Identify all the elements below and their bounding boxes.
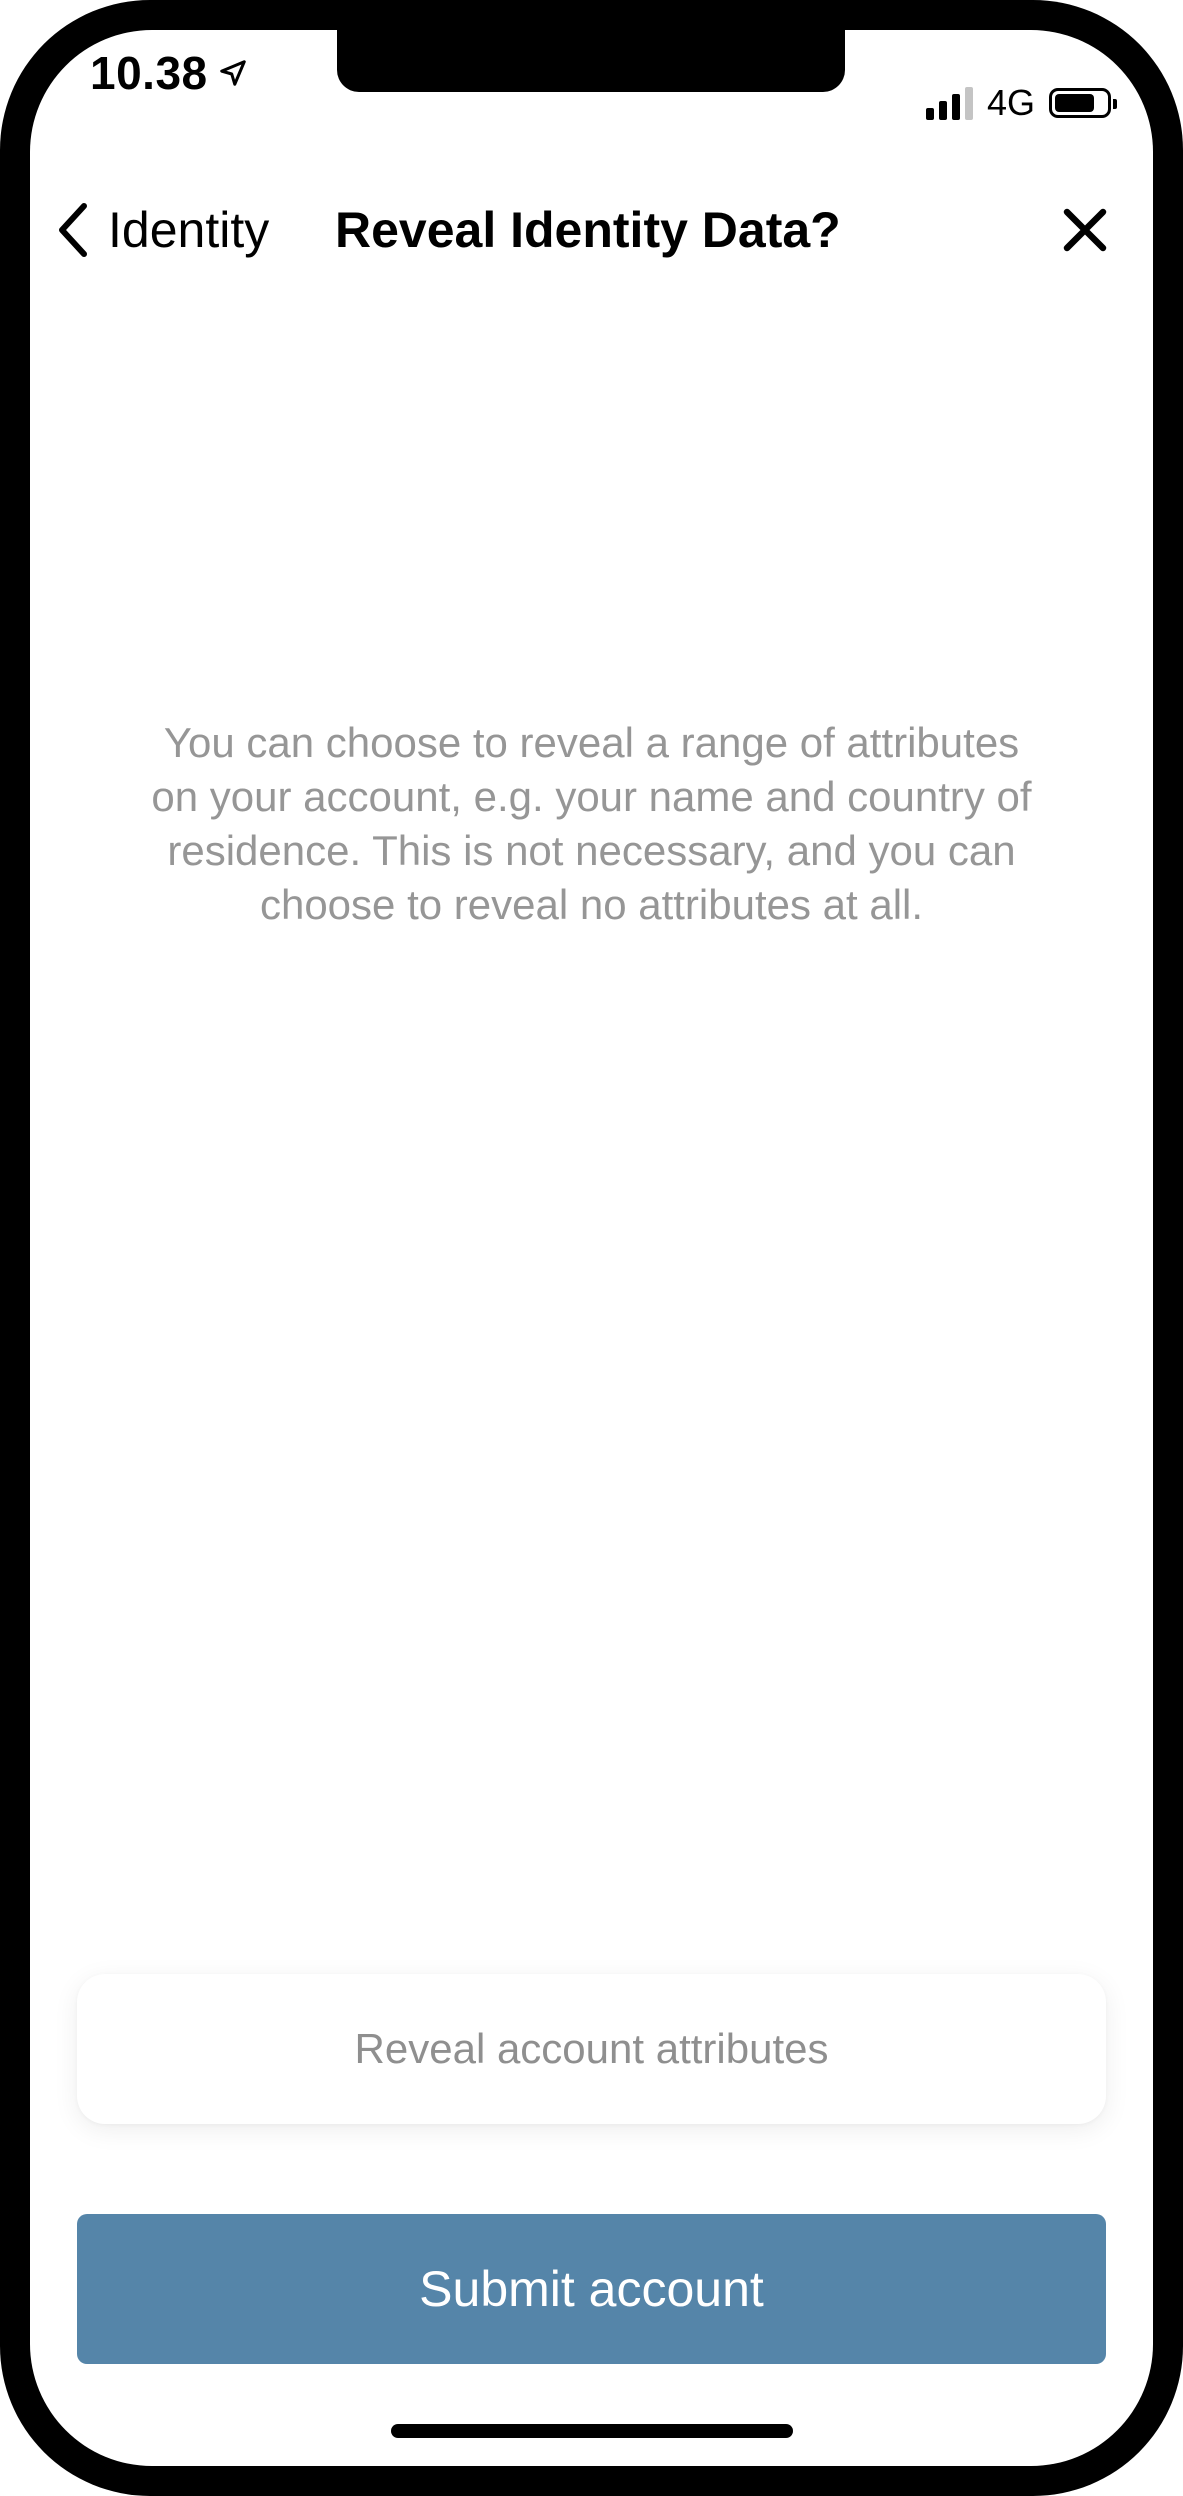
reveal-attributes-button[interactable]: Reveal account attributes	[77, 1974, 1106, 2124]
home-indicator[interactable]	[391, 2424, 793, 2438]
back-button-label: Identity	[108, 202, 270, 258]
page-title: Reveal Identity Data?	[335, 202, 841, 258]
close-icon[interactable]	[1057, 202, 1113, 258]
description-text: You can choose to reveal a range of attr…	[151, 719, 1032, 928]
back-button[interactable]: Identity	[50, 190, 269, 270]
status-time: 10.38	[90, 47, 208, 99]
status-time-group: 10.38	[90, 46, 248, 100]
device-frame: 10.38 4G Identity Reveal Identity Data? …	[0, 0, 1183, 2496]
submit-account-button[interactable]: Submit account	[77, 2214, 1106, 2364]
network-label: 4G	[986, 82, 1035, 123]
device-notch	[337, 30, 845, 92]
signal-icon	[925, 86, 973, 120]
battery-icon	[1049, 88, 1117, 118]
location-arrow-icon	[219, 60, 246, 86]
screen: 10.38 4G Identity Reveal Identity Data? …	[30, 30, 1153, 2466]
chevron-left-icon	[59, 203, 87, 257]
status-indicators: 4G	[925, 82, 1117, 124]
